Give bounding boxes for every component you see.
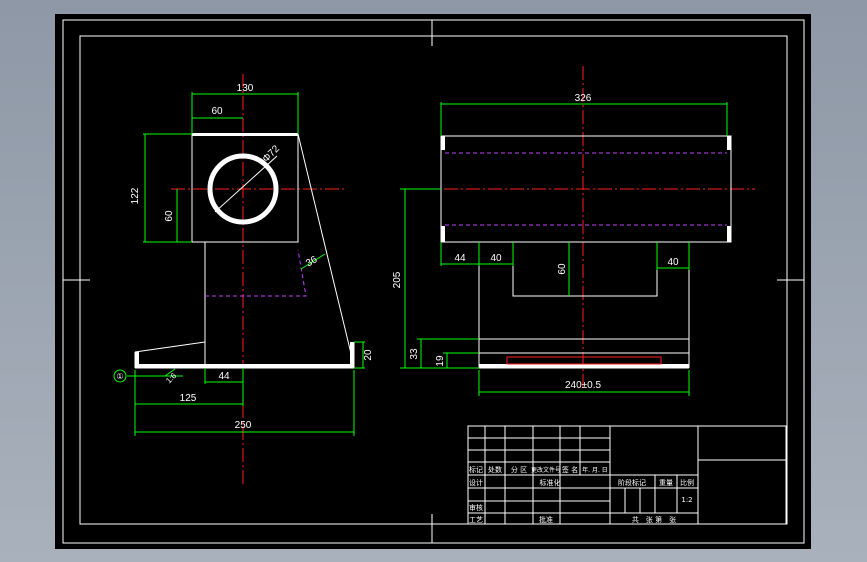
front-view: ① 130 60 122 60 Φ72 36 20 1:6 44 125 250 bbox=[113, 74, 374, 484]
tb-stage-mark: 阶段标记 bbox=[618, 478, 646, 487]
dim-130: 130 bbox=[237, 83, 254, 94]
tb-header-doc: 更改文件号 bbox=[531, 466, 561, 474]
dim-40-right: 40 bbox=[667, 257, 679, 268]
dim-36: 36 bbox=[304, 254, 320, 269]
title-block-text: 标记 处数 分 区 更改文件号 签 名 年. 月. 日 设计 标准化 审核 工艺… bbox=[469, 465, 694, 524]
side-right-mark-top bbox=[727, 136, 731, 150]
side-left-mark-bottom bbox=[441, 226, 445, 242]
tb-sheets: 共 张 第 张 bbox=[632, 515, 676, 524]
tb-header-date: 年. 月. 日 bbox=[582, 466, 608, 474]
dim-20: 20 bbox=[363, 349, 374, 361]
engineering-drawing: ① 130 60 122 60 Φ72 36 20 1:6 44 125 250 bbox=[62, 19, 805, 544]
tb-header-count: 处数 bbox=[488, 465, 502, 474]
side-bolt-slot bbox=[506, 356, 662, 365]
tb-review: 审核 bbox=[469, 503, 483, 512]
dim-33: 33 bbox=[409, 348, 420, 360]
cad-viewport[interactable]: ① 130 60 122 60 Φ72 36 20 1:6 44 125 250 bbox=[0, 0, 867, 562]
dim-dia-72: Φ72 bbox=[261, 143, 283, 165]
front-hidden-lines bbox=[205, 249, 307, 297]
tb-standardize: 标准化 bbox=[540, 478, 561, 487]
side-left-mark-top bbox=[441, 136, 445, 150]
tb-scale-value: 1:2 bbox=[681, 496, 692, 504]
front-outline bbox=[134, 133, 355, 369]
dim-60-side: 60 bbox=[164, 210, 175, 222]
side-base-plate bbox=[479, 364, 689, 368]
tb-header-mark: 标记 bbox=[469, 465, 483, 474]
tb-header-zone: 分 区 bbox=[511, 465, 527, 474]
dim-122: 122 bbox=[130, 187, 141, 204]
front-base-plate bbox=[135, 364, 354, 368]
tb-header-sign: 签 名 bbox=[562, 465, 578, 474]
side-view: 326 44 40 40 60 205 33 19 240±0.5 bbox=[392, 66, 755, 396]
side-centerlines bbox=[400, 66, 755, 389]
dim-60-top: 60 bbox=[211, 106, 223, 117]
dim-slope: 1:6 bbox=[164, 371, 179, 386]
dim-125: 125 bbox=[180, 393, 197, 404]
sheet-border bbox=[62, 19, 805, 544]
dim-205: 205 bbox=[392, 271, 403, 288]
side-dimension-lines bbox=[400, 102, 728, 396]
datum-label: ① bbox=[116, 372, 123, 381]
drawing-canvas[interactable]: ① 130 60 122 60 Φ72 36 20 1:6 44 125 250 bbox=[55, 14, 811, 549]
tb-weight: 重量 bbox=[659, 479, 673, 487]
dim-40-left: 40 bbox=[490, 253, 502, 264]
tb-process: 工艺 bbox=[469, 516, 483, 524]
front-base-left-lip bbox=[135, 352, 139, 366]
centering-marks bbox=[63, 20, 804, 543]
title-block bbox=[467, 425, 787, 525]
dim-250: 250 bbox=[235, 420, 252, 431]
side-outline bbox=[440, 135, 732, 369]
tb-approve: 批准 bbox=[539, 515, 553, 524]
dim-44-side: 44 bbox=[454, 253, 466, 264]
dim-60-side-view: 60 bbox=[557, 263, 568, 275]
dim-326: 326 bbox=[575, 93, 592, 104]
front-base-right-lip bbox=[350, 342, 354, 366]
dim-240-tol: 240±0.5 bbox=[565, 380, 602, 391]
front-top-face bbox=[192, 133, 298, 136]
tb-design: 设计 bbox=[469, 478, 483, 487]
tb-scale-label: 比例 bbox=[680, 478, 694, 487]
dim-44-front: 44 bbox=[218, 371, 230, 382]
side-right-mark-bottom bbox=[727, 226, 731, 242]
dim-19: 19 bbox=[435, 355, 446, 367]
